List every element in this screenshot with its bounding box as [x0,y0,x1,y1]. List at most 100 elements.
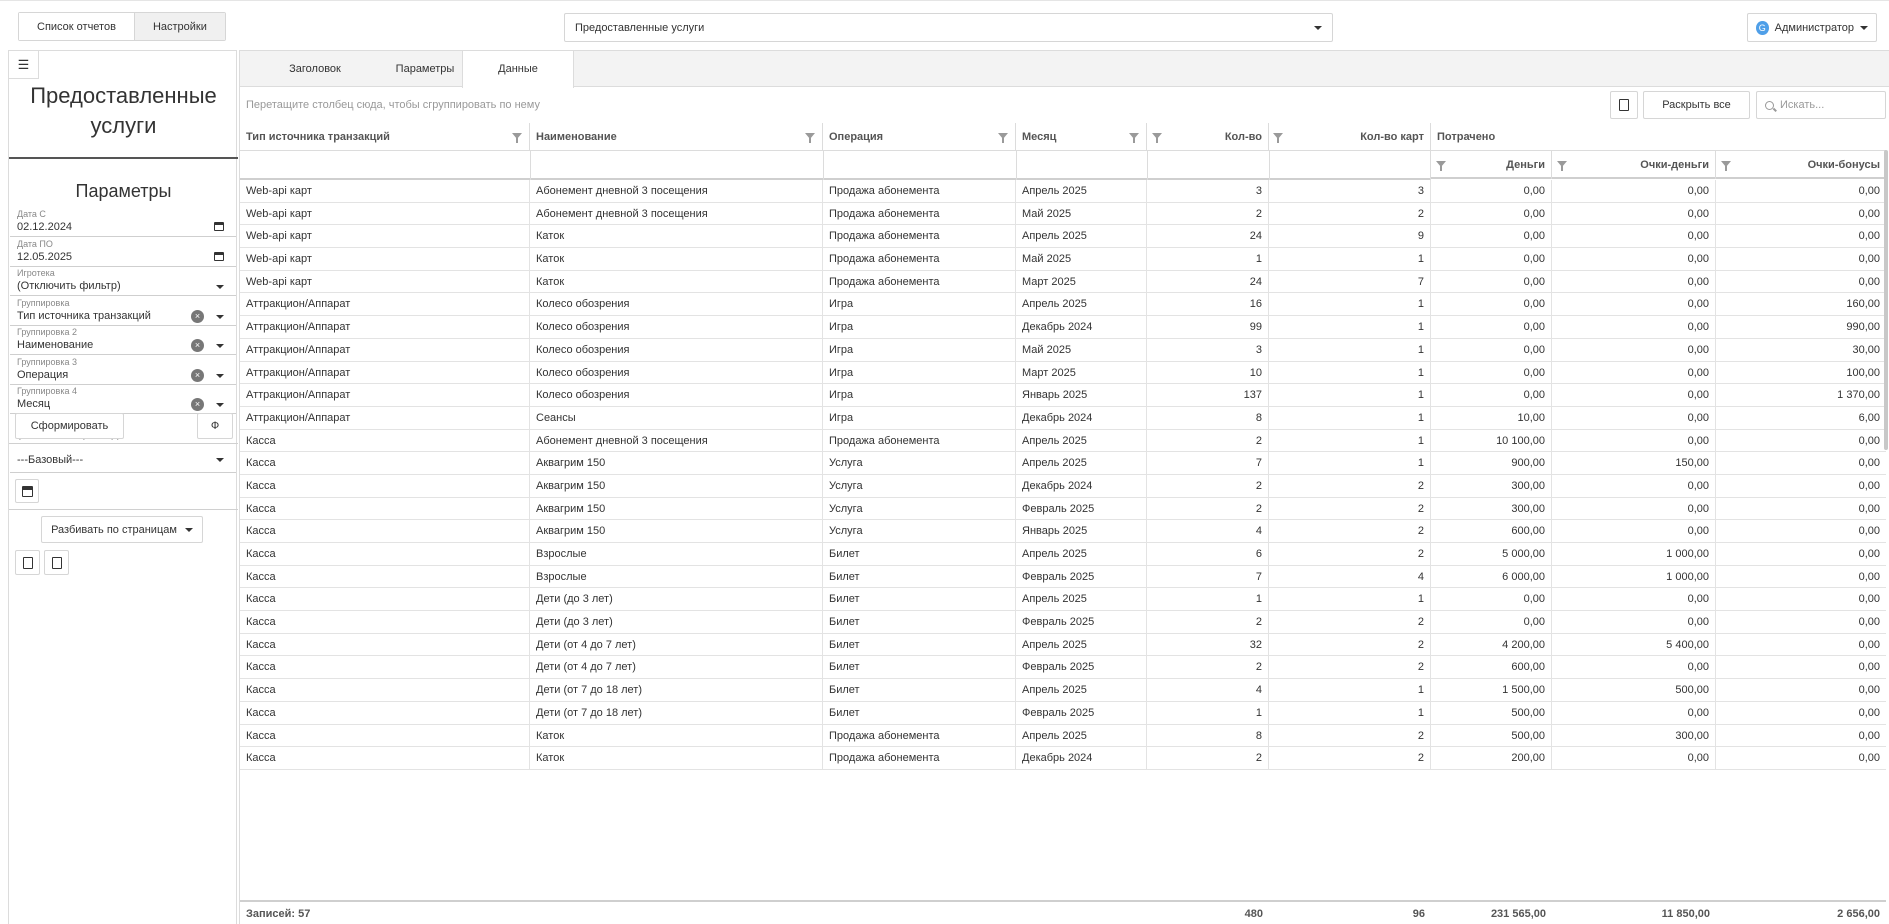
cell-operation: Продажа абонемента [823,724,1016,747]
clear-icon[interactable]: × [191,339,204,352]
cell-points-money: 0,00 [1552,225,1716,248]
table-row[interactable]: Web-api карт Каток Продажа абонемента Март … [240,270,1886,294]
export-file-button[interactable] [44,550,69,575]
table-row[interactable]: Касса Аквагрим 150 Услуга Апрель 2025 7 1 900,… [240,452,1886,475]
table-row[interactable]: Web-api карт Каток Продажа абонемента Апрел… [240,225,1886,249]
menu-toggle-icon[interactable]: ☰ [9,51,39,79]
cell-month: Декабрь 2024 [1016,316,1147,339]
cell-month: Март 2025 [1016,270,1147,293]
table-row[interactable]: Касса Дети (до 3 лет) Билет Апрель 2025 1 1 0,… [240,588,1886,612]
cell-name: Дети (от 7 до 18 лет) [530,701,823,724]
grouping-3-select[interactable]: Группировка 3 Операция × [10,357,236,385]
table-row[interactable]: Касса Дети (от 7 до 18 лет) Билет Февраль 2… [240,701,1886,725]
header-source-type[interactable]: Тип источника транзакций [240,123,530,151]
filter-funnel-icon[interactable] [512,133,522,143]
cell-operation: Игра [823,384,1016,407]
table-row[interactable]: Касса Дети (от 4 до 7 лет) Билет Апрель 202… [240,633,1886,657]
filter-funnel-icon[interactable] [1152,133,1162,143]
header-name[interactable]: Наименование [530,123,823,151]
save-preset-button[interactable] [15,479,39,503]
user-menu-button[interactable]: G Администратор [1747,13,1877,42]
column-chooser-button[interactable] [1610,91,1638,119]
calendar-icon[interactable] [214,222,224,231]
table-row[interactable]: Касса Дети (от 7 до 18 лет) Билет Апрель 20… [240,679,1886,702]
grouping-2-select[interactable]: Группировка 2 Наименование × [10,327,236,355]
header-points-bonus[interactable]: Очки-бонусы [1716,151,1886,179]
filter-funnel-icon[interactable] [1721,161,1731,171]
date-to-field[interactable]: Дата ПО 12.05.2025 [10,239,236,267]
table-row[interactable]: Касса Аквагрим 150 Услуга Февраль 2025 2 2 300… [240,497,1886,521]
table-row[interactable]: Аттракцион/Аппарат Колесо обозрения Игра Ап… [240,293,1886,317]
filter-funnel-icon[interactable] [1436,161,1446,171]
cell-month: Февраль 2025 [1016,701,1147,724]
clear-icon[interactable]: × [191,310,204,323]
filter-funnel-icon[interactable] [1273,133,1283,143]
grid-scrollbar[interactable] [1884,150,1888,450]
header-operation[interactable]: Операция [823,123,1016,151]
cell-points-bonus: 0,00 [1858,638,1880,651]
header-points-money[interactable]: Очки-деньги [1552,151,1716,179]
expand-all-button[interactable]: Раскрыть все [1643,91,1750,119]
table-row[interactable]: Web-api карт Каток Продажа абонемента Май 2… [240,248,1886,271]
preset-select[interactable]: ---Базовый--- [10,445,236,473]
grid-footer: Записей: 57 480 96 231 565,00 11 850,00 … [240,900,1886,924]
cell-points-bonus: 1 370,00 [1837,389,1880,402]
settings-button[interactable]: Настройки [133,13,225,40]
table-row[interactable]: Касса Аквагрим 150 Услуга Декабрь 2024 2 2 300… [240,474,1886,498]
table-row[interactable]: Касса Каток Продажа абонемента Апрель 2025 8… [240,724,1886,748]
cell-points-bonus: 0,00 [1858,275,1880,288]
cell-source-type: Касса [240,543,530,565]
header-month[interactable]: Месяц [1016,123,1147,151]
header-qty[interactable]: Кол-во [1147,123,1269,151]
header-money[interactable]: Деньги [1431,151,1552,179]
clear-icon[interactable]: × [191,398,204,411]
tab-data[interactable]: Данные [462,51,574,88]
playroom-select[interactable]: Игротека (Отключить фильтр) [10,268,236,296]
filter-funnel-icon[interactable] [805,133,815,143]
cell-operation: Билет [823,588,1016,611]
cell-money: 0,00 [1431,611,1552,634]
table-row[interactable]: Аттракцион/Аппарат Сеансы Игра Декабрь 2024… [240,406,1886,430]
table-row[interactable]: Касса Аквагрим 150 Услуга Январь 2025 4 2 600,… [240,520,1886,543]
table-row[interactable]: Аттракцион/Аппарат Колесо обозрения Игра Ма… [240,361,1886,385]
export-excel-button[interactable] [15,550,40,575]
tab-header[interactable]: Заголовок [260,51,370,87]
table-row[interactable]: Касса Дети (до 3 лет) Билет Февраль 2025 2 2 0… [240,611,1886,634]
search-placeholder: Искать... [1780,99,1825,111]
filter-funnel-icon[interactable] [1557,161,1567,171]
date-from-field[interactable]: Дата С 02.12.2024 [10,209,236,237]
table-row[interactable]: Касса Дети (от 4 до 7 лет) Билет Февраль 20… [240,656,1886,680]
search-input[interactable]: Искать... [1756,91,1886,119]
calendar-icon[interactable] [214,252,224,261]
table-row[interactable]: Касса Взрослые Билет Февраль 2025 7 4 6 000,00… [240,565,1886,589]
table-row[interactable]: Касса Взрослые Билет Апрель 2025 6 2 5 000,00 1… [240,543,1886,566]
build-report-button[interactable]: Сформировать [15,413,124,439]
filter-funnel-icon[interactable] [1129,133,1139,143]
paging-dropdown-button[interactable]: Разбивать по страницам [41,516,203,543]
table-row[interactable]: Аттракцион/Аппарат Колесо обозрения Игра Ма… [240,338,1886,362]
cell-source-type: Касса [240,588,530,611]
table-row[interactable]: Касса Абонемент дневной 3 посещения Продаж… [240,429,1886,453]
chevron-down-icon [1860,25,1868,30]
grouping-4-select[interactable]: Группировка 4 Месяц × [10,386,236,414]
cell-cards: 1 [1269,452,1431,475]
cell-cards: 9 [1269,225,1431,248]
group-panel-hint[interactable]: Перетащите столбец сюда, чтобы сгруппиро… [246,99,540,111]
chevron-down-icon [216,458,224,462]
filter-funnel-icon[interactable] [998,133,1008,143]
report-select[interactable]: Предоставленные услуги [564,13,1333,42]
grouping-1-select[interactable]: Группировка Тип источника транзакций × [10,298,236,326]
cell-name: Дети (от 4 до 7 лет) [530,656,823,679]
cell-name: Каток [530,248,823,271]
header-cards[interactable]: Кол-во карт [1269,123,1431,151]
reports-list-button[interactable]: Список отчетов [19,13,134,40]
table-row[interactable]: Аттракцион/Аппарат Колесо обозрения Игра Де… [240,316,1886,339]
phi-button[interactable]: Ф [197,413,233,439]
cell-points-money: 0,00 [1552,429,1716,452]
table-row[interactable]: Web-api карт Абонемент дневной 3 посещени… [240,180,1886,203]
clear-icon[interactable]: × [191,369,204,382]
table-row[interactable]: Аттракцион/Аппарат Колесо обозрения Игра Ян… [240,384,1886,407]
table-row[interactable]: Web-api карт Абонемент дневной 3 посещени… [240,202,1886,226]
table-row[interactable]: Касса Каток Продажа абонемента Декабрь 2024… [240,747,1886,770]
cell-qty: 7 [1147,452,1269,475]
